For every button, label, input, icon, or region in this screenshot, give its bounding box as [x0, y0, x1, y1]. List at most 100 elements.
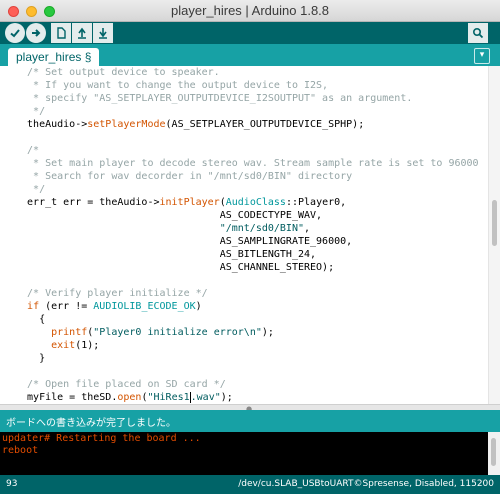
code-line[interactable]: AS_BITLENGTH_24,: [15, 248, 488, 261]
code-token: */: [15, 184, 46, 195]
code-line[interactable]: "/mnt/sd0/BIN",: [15, 222, 488, 235]
code-token: .wav": [190, 392, 221, 403]
code-token: /* Open file placed on SD card */: [15, 379, 226, 390]
tab-menu-chevron-icon[interactable]: ▾: [474, 48, 490, 64]
code-token: ,: [304, 223, 311, 234]
code-token: open: [117, 392, 142, 403]
code-line[interactable]: * Set main player to decode stereo wav. …: [15, 157, 488, 170]
console-vertical-scrollbar[interactable]: [488, 432, 500, 475]
code-line[interactable]: */: [15, 105, 488, 118]
serial-monitor-button[interactable]: [468, 23, 488, 43]
code-token: theAudio->: [15, 119, 88, 130]
code-line[interactable]: AS_SAMPLINGRATE_96000,: [15, 235, 488, 248]
code-token: AudioClass: [225, 197, 286, 208]
code-token: /* Set output device to speaker.: [15, 67, 220, 78]
code-text[interactable]: /* Set output device to speaker. * If yo…: [0, 66, 488, 404]
code-token: {: [15, 314, 46, 325]
code-line[interactable]: [15, 274, 488, 287]
code-token: }: [15, 353, 46, 364]
code-line[interactable]: [15, 131, 488, 144]
code-token: exit: [51, 340, 76, 351]
status-message-bar: ボードへの書き込みが完了しました。: [0, 410, 500, 432]
code-line[interactable]: }: [15, 352, 488, 365]
console-line: reboot: [2, 445, 39, 456]
code-token: /*: [15, 145, 40, 156]
status-message: ボードへの書き込みが完了しました。: [6, 418, 176, 429]
code-token: AS_CODECTYPE_WAV,: [15, 210, 323, 221]
code-line[interactable]: AS_CHANNEL_STEREO);: [15, 261, 488, 274]
code-line[interactable]: if (err != AUDIOLIB_ECODE_OK): [15, 300, 488, 313]
console-line: updater# Restarting the board ...: [2, 433, 201, 444]
code-token: AS_SAMPLINGRATE_96000,: [15, 236, 353, 247]
code-token: * Set main player to decode stereo wav. …: [15, 158, 479, 169]
bottom-status-bar: 93 /dev/cu.SLAB_USBtoUART©Spresense, Dis…: [0, 475, 500, 494]
code-token: initPlayer: [159, 197, 220, 208]
down-arrow-icon: [97, 27, 109, 39]
code-editor[interactable]: /* Set output device to speaker. * If yo…: [0, 66, 488, 404]
code-token: err_t err = theAudio->: [15, 197, 160, 208]
code-token: ::Player0,: [285, 197, 347, 208]
code-line[interactable]: {: [15, 313, 488, 326]
code-token: /* Verify player initialize */: [15, 288, 208, 299]
new-sketch-button[interactable]: [51, 23, 71, 43]
tab-strip: player_hires § ▾: [0, 44, 500, 66]
console-output[interactable]: updater# Restarting the board ... reboot: [0, 432, 488, 475]
title-bar: player_hires | Arduino 1.8.8: [0, 0, 500, 22]
code-line[interactable]: /* Open file placed on SD card */: [15, 378, 488, 391]
code-token: if: [27, 301, 40, 312]
code-line[interactable]: /*: [15, 144, 488, 157]
code-line[interactable]: * If you want to change the output devic…: [15, 79, 488, 92]
code-line[interactable]: /* Set output device to speaker.: [15, 66, 488, 79]
code-token: printf: [51, 327, 88, 338]
up-arrow-icon: [76, 27, 88, 39]
code-line[interactable]: */: [15, 183, 488, 196]
code-token: "/mnt/sd0/BIN": [219, 223, 304, 234]
save-sketch-button[interactable]: [93, 23, 113, 43]
code-token: * Search for wav decorder in "/mnt/sd0/B…: [15, 171, 353, 182]
checkmark-icon: [9, 27, 21, 39]
code-token: setPlayerMode: [87, 119, 166, 130]
code-token: AUDIOLIB_ECODE_OK: [93, 301, 196, 312]
code-line[interactable]: err_t err = theAudio->initPlayer(AudioCl…: [15, 196, 488, 209]
code-token: * If you want to change the output devic…: [15, 80, 329, 91]
code-token: * specify "AS_SETPLAYER_OUTPUTDEVICE_I2S…: [15, 93, 413, 104]
console-text: updater# Restarting the board ... reboot: [0, 432, 488, 457]
code-token: (AS_SETPLAYER_OUTPUTDEVICE_SPHP);: [165, 119, 365, 130]
new-file-icon: [55, 27, 67, 39]
code-line[interactable]: * Search for wav decorder in "/mnt/sd0/B…: [15, 170, 488, 183]
code-line[interactable]: AS_CODECTYPE_WAV,: [15, 209, 488, 222]
board-port-info: /dev/cu.SLAB_USBtoUART©Spresense, Disabl…: [238, 479, 494, 489]
toolbar: [0, 22, 500, 44]
editor-scroll-thumb[interactable]: [492, 200, 497, 246]
code-line[interactable]: exit(1);: [15, 339, 488, 352]
code-token: );: [261, 327, 274, 338]
code-token: "Player0 initialize error\n": [93, 327, 262, 338]
code-line[interactable]: theAudio->setPlayerMode(AS_SETPLAYER_OUT…: [15, 118, 488, 131]
code-token: (1);: [75, 340, 100, 351]
code-token: */: [15, 106, 46, 117]
verify-button[interactable]: [5, 23, 25, 43]
window-title: player_hires | Arduino 1.8.8: [170, 3, 330, 18]
code-token: myFile = theSD.: [15, 392, 118, 403]
upload-button[interactable]: [26, 23, 46, 43]
code-line[interactable]: [15, 365, 488, 378]
code-line[interactable]: myFile = theSD.open("HiRes1.wav");: [15, 391, 488, 404]
code-token: AS_CHANNEL_STEREO);: [15, 262, 335, 273]
editor-vertical-scrollbar[interactable]: [488, 66, 500, 404]
tab-player-hires[interactable]: player_hires §: [8, 48, 100, 66]
code-line[interactable]: * specify "AS_SETPLAYER_OUTPUTDEVICE_I2S…: [15, 92, 488, 105]
code-token: );: [220, 392, 233, 403]
console-scroll-thumb[interactable]: [491, 438, 496, 466]
code-line[interactable]: /* Verify player initialize */: [15, 287, 488, 300]
code-token: "HiRes1: [147, 392, 190, 403]
line-number: 93: [6, 479, 18, 489]
code-token: AS_BITLENGTH_24,: [15, 249, 317, 260]
right-arrow-icon: [30, 27, 42, 39]
code-token: (err !=: [39, 301, 94, 312]
code-token: ): [195, 301, 202, 312]
open-sketch-button[interactable]: [72, 23, 92, 43]
code-line[interactable]: printf("Player0 initialize error\n");: [15, 326, 488, 339]
